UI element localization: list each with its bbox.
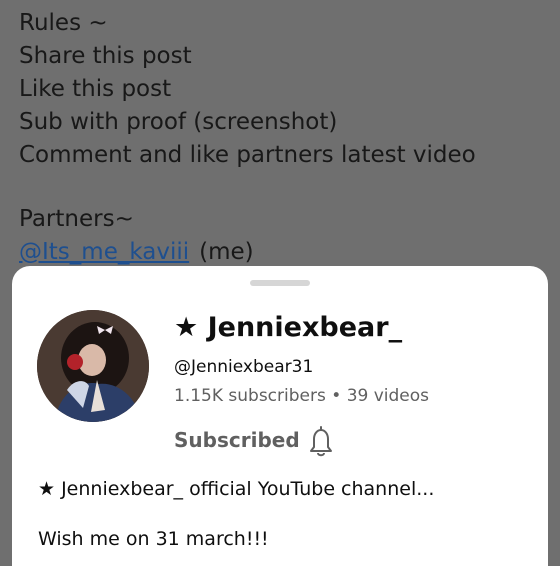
partner-suffix: (me) bbox=[199, 239, 254, 265]
post-line-like: Like this post bbox=[19, 76, 172, 102]
post-line-share: Share this post bbox=[19, 43, 192, 69]
bell-icon[interactable] bbox=[308, 425, 334, 457]
avatar-image bbox=[37, 310, 149, 422]
channel-bottom-sheet: ★ Jenniexbear_ @Jenniexbear31 1.15K subs… bbox=[12, 266, 548, 566]
bell-icon-glyph bbox=[310, 426, 332, 457]
channel-stats: 1.15K subscribers • 39 videos bbox=[174, 386, 429, 406]
post-line-sub: Sub with proof (screenshot) bbox=[19, 109, 338, 135]
post-line-partners: Partners~ bbox=[19, 206, 134, 232]
stats-separator: • bbox=[325, 386, 347, 406]
partner-mention-link[interactable]: @Its_me_kaviii bbox=[19, 239, 189, 265]
post-line-rules: Rules ~ bbox=[19, 10, 108, 36]
channel-name: ★ Jenniexbear_ bbox=[174, 312, 403, 343]
subscribed-button[interactable]: Subscribed bbox=[174, 428, 300, 452]
subscriber-count: 1.15K subscribers bbox=[174, 386, 326, 406]
channel-handle: @Jenniexbear31 bbox=[174, 357, 314, 377]
post-line-comment: Comment and like partners latest video bbox=[19, 142, 476, 168]
channel-description[interactable]: ★ Jenniexbear_ official YouTube channel.… bbox=[38, 478, 434, 500]
drag-handle[interactable] bbox=[250, 280, 310, 286]
partner-line: @Its_me_kaviii (me) bbox=[19, 237, 254, 267]
video-count: 39 videos bbox=[346, 386, 430, 406]
post-content: Rules ~ Share this post Like this post S… bbox=[0, 0, 560, 280]
channel-avatar[interactable] bbox=[37, 310, 149, 422]
channel-description-line: Wish me on 31 march!!! bbox=[38, 528, 269, 550]
